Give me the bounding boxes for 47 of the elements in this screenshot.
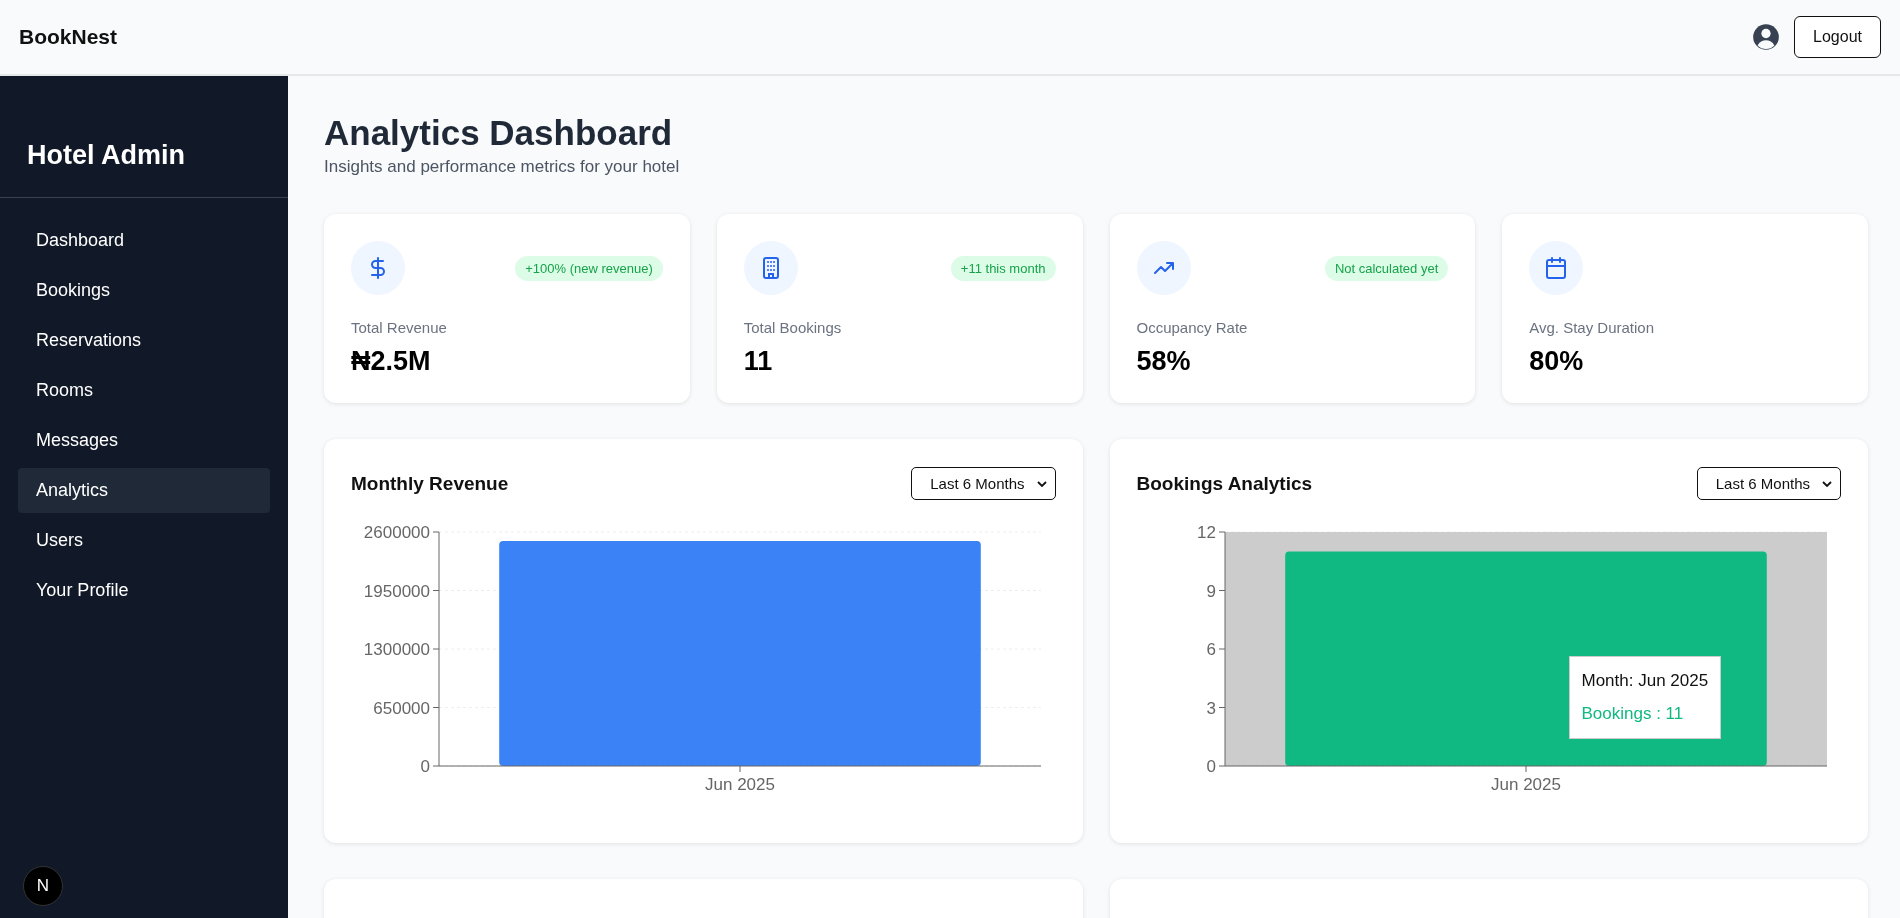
tooltip-heading: Month: Jun 2025 <box>1581 671 1709 691</box>
dev-badge[interactable]: N <box>23 866 63 906</box>
sidebar-item[interactable]: Rooms <box>18 368 270 413</box>
sidebar-item[interactable]: Reservations <box>18 318 270 363</box>
x-tick-label: Jun 2025 <box>705 775 775 794</box>
caret-icon <box>1822 480 1832 487</box>
range-dropdown[interactable]: Last 6 Months <box>911 467 1056 500</box>
y-tick-label: 12 <box>1196 523 1216 542</box>
page-subtitle: Insights and performance metrics for your hotel <box>324 157 681 177</box>
page-title: Analytics Dashboard <box>324 113 674 153</box>
stat-value: 11 <box>743 346 774 377</box>
y-tick-label: 0 <box>1206 757 1216 776</box>
y-tick-label: 3 <box>1206 698 1216 718</box>
change-badge: +100% (new revenue) <box>515 255 663 281</box>
sidebar-item[interactable]: Analytics <box>18 468 270 513</box>
stat-label: Total Bookings <box>743 319 843 336</box>
y-tick-label: 2600000 <box>363 523 430 542</box>
sidebar-title: Hotel Admin <box>27 140 185 171</box>
change-badge: +11 this month <box>950 255 1056 281</box>
sidebar-item[interactable]: Your Profile <box>18 568 270 613</box>
stat-value: ₦2.5M <box>351 346 432 377</box>
y-tick-label: 0 <box>420 757 430 776</box>
sidebar-item[interactable]: Dashboard <box>18 218 270 263</box>
range-dropdown[interactable]: Last 6 Months <box>1696 467 1841 500</box>
stat-label: Total Revenue <box>351 319 448 336</box>
user-avatar-icon[interactable] <box>1752 23 1781 51</box>
brand-name[interactable]: BookNest <box>19 25 118 49</box>
stat-value: 80% <box>1529 346 1585 377</box>
stat-label: Occupancy Rate <box>1136 319 1249 336</box>
logout-button[interactable]: Logout <box>1794 16 1881 58</box>
change-badge: Not calculated yet <box>1324 255 1449 281</box>
tooltip-value: Bookings : 11 <box>1581 704 1685 724</box>
caret-icon <box>1036 480 1047 487</box>
calendar-icon <box>1544 256 1569 280</box>
sidebar-item[interactable]: Users <box>18 518 270 563</box>
stat-label: Avg. Stay Duration <box>1529 319 1656 336</box>
y-tick-label: 9 <box>1206 581 1216 601</box>
y-tick-label: 1300000 <box>363 640 430 659</box>
y-tick-label: 1950000 <box>363 581 430 601</box>
chart-title: Monthly Revenue <box>351 472 509 495</box>
y-tick-label: 650000 <box>373 698 430 718</box>
sidebar-item[interactable]: Bookings <box>18 268 270 313</box>
sidebar-item[interactable]: Messages <box>18 418 270 463</box>
y-tick-label: 6 <box>1206 640 1216 659</box>
stat-value: 58% <box>1136 346 1192 377</box>
chart-title: Bookings Analytics <box>1136 472 1313 495</box>
x-tick-label: Jun 2025 <box>1490 775 1561 794</box>
